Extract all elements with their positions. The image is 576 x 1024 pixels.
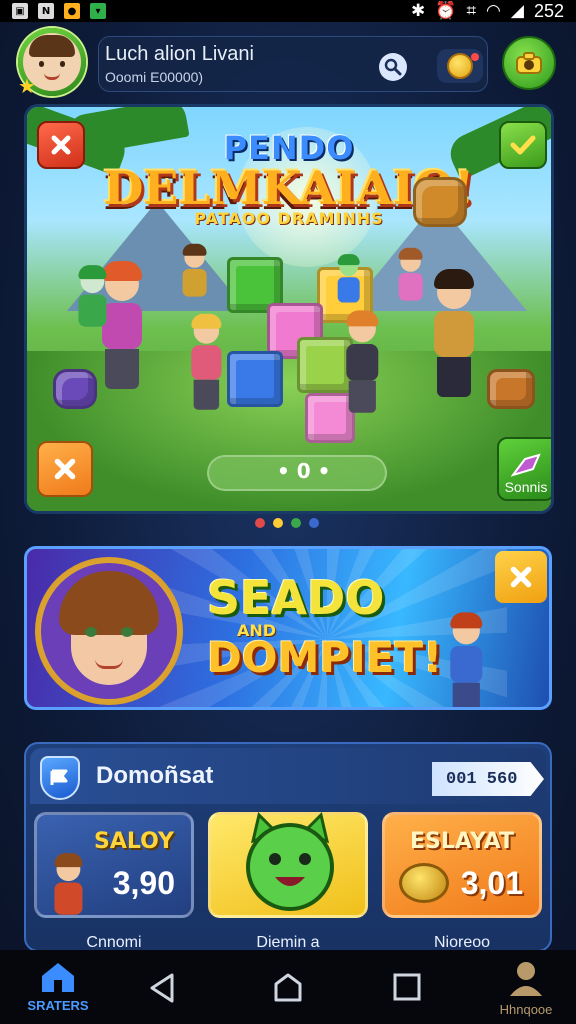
check-icon bbox=[510, 135, 536, 155]
recents-button[interactable] bbox=[392, 972, 422, 1006]
rewards-header: Domoñsat 001 560 bbox=[30, 748, 546, 804]
rewards-panel: Domoñsat 001 560 SALOY 3,90 Cnnomi Diemi… bbox=[24, 742, 552, 952]
back-icon bbox=[150, 973, 174, 1003]
nav-home-label: SRATERS bbox=[27, 998, 89, 1013]
card-title: ESLAYAT bbox=[410, 829, 514, 854]
card-value: 3,01 bbox=[460, 865, 523, 901]
promo-banner[interactable]: SEADO AND DOMPIET! bbox=[24, 546, 552, 710]
game-title: DELMKAIAIO! bbox=[103, 161, 475, 215]
promo-title-line2: DOMPIET! bbox=[207, 633, 443, 682]
recents-icon bbox=[393, 973, 421, 1001]
arrow-icon bbox=[511, 453, 541, 477]
pager-dot[interactable] bbox=[273, 518, 283, 528]
rewards-value: 001 560 bbox=[432, 762, 544, 796]
rewards-title: Domoñsat bbox=[96, 762, 214, 789]
back-button[interactable] bbox=[148, 972, 178, 1008]
vibrate-icon: ⌗ bbox=[466, 1, 477, 21]
camera-icon bbox=[516, 52, 542, 74]
nav-home[interactable]: SRATERS bbox=[18, 960, 98, 1020]
search-icon bbox=[384, 58, 402, 76]
bag-icon: ▾ bbox=[90, 3, 106, 19]
confirm-button-top-right[interactable] bbox=[499, 121, 547, 169]
close-icon bbox=[54, 458, 76, 480]
promo-portrait bbox=[35, 557, 183, 705]
profile-name: Luch alion Livani bbox=[105, 43, 254, 65]
wifi-icon: ◠ bbox=[486, 1, 501, 21]
avatar[interactable]: ★ bbox=[18, 28, 86, 98]
coin-stack-icon bbox=[399, 863, 449, 903]
header: ★ Luch alion Livani Ooomi E00000) bbox=[14, 26, 562, 100]
n-icon: N bbox=[38, 3, 54, 19]
game-subtitle: PATAOO DRAMINHS bbox=[194, 209, 384, 228]
status-bar: ▣ N ● ▾ ✱ ⏰ ⌗ ◠ ◢ 252 bbox=[0, 0, 576, 22]
card-value: 3,90 bbox=[112, 865, 175, 901]
home-button[interactable] bbox=[272, 972, 304, 1008]
close-icon bbox=[51, 135, 71, 155]
promo-close-button[interactable] bbox=[495, 551, 547, 603]
pager-dot[interactable] bbox=[291, 518, 301, 528]
close-button-bottom-left[interactable] bbox=[37, 441, 93, 497]
reward-card-saloy[interactable]: SALOY 3,90 bbox=[34, 812, 194, 918]
home-circle-icon bbox=[274, 973, 302, 1002]
camera-button[interactable] bbox=[502, 36, 556, 90]
carousel-pager bbox=[255, 518, 319, 528]
card-title: SALOY bbox=[94, 829, 174, 854]
status-time: 252 bbox=[533, 0, 564, 21]
promo-character bbox=[450, 612, 483, 707]
notification-dot bbox=[471, 53, 479, 61]
gallery-icon: ▣ bbox=[12, 3, 28, 19]
reward-card-eslayat[interactable]: ESLAYAT 3,01 bbox=[382, 812, 542, 918]
reward-card-character[interactable] bbox=[208, 812, 368, 918]
hero-dots: • 0 • bbox=[277, 459, 331, 483]
shield-icon bbox=[40, 756, 80, 800]
play-icon: ● bbox=[64, 3, 80, 19]
green-cat-icon bbox=[246, 812, 334, 911]
nav-profile-label: Hhnqooe bbox=[499, 1002, 553, 1017]
close-button-top-left[interactable] bbox=[37, 121, 85, 169]
promo-title-line1: SEADO bbox=[207, 571, 385, 625]
character-boy bbox=[434, 269, 474, 397]
profile-icon bbox=[510, 962, 542, 996]
sonnis-label: Sonnis bbox=[504, 479, 548, 495]
close-icon bbox=[510, 566, 532, 588]
home-icon bbox=[42, 963, 74, 992]
pager-dot[interactable] bbox=[309, 518, 319, 528]
hero-banner[interactable]: PENDO DELMKAIAIO! PATAOO DRAMINHS • 0 • … bbox=[24, 104, 554, 514]
search-button[interactable] bbox=[379, 53, 407, 81]
star-icon: ★ bbox=[18, 74, 36, 98]
card-character bbox=[54, 853, 83, 915]
character-girl bbox=[102, 261, 142, 389]
bottom-nav: SRATERS Hhnqooe bbox=[0, 950, 576, 1024]
alarm-icon: ⏰ bbox=[435, 1, 457, 21]
coins-button[interactable] bbox=[437, 49, 483, 83]
signal-icon: ◢ bbox=[510, 1, 524, 21]
sonnis-button[interactable]: Sonnis bbox=[497, 437, 551, 501]
bluetooth-icon: ✱ bbox=[411, 1, 426, 21]
pager-dot[interactable] bbox=[255, 518, 265, 528]
coin-icon bbox=[447, 53, 473, 79]
nav-profile[interactable]: Hhnqooe bbox=[486, 958, 566, 1020]
profile-subtitle: Ooomi E00000) bbox=[105, 69, 204, 85]
profile-panel[interactable]: Luch alion Livani Ooomi E00000) bbox=[98, 36, 488, 92]
